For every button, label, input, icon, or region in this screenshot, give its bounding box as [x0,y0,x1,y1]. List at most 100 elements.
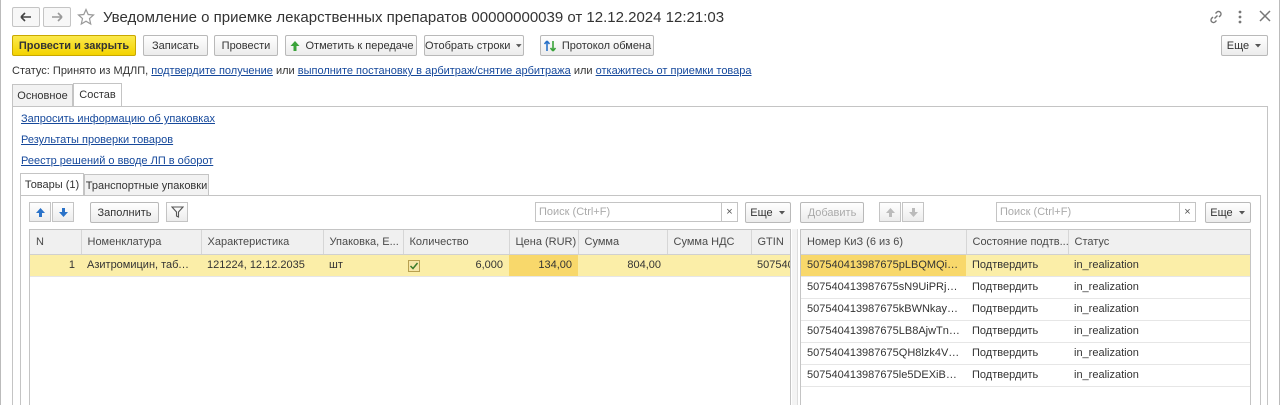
right-more-button[interactable]: Еще [1205,202,1251,223]
cell-gtin[interactable]: 507540 [751,254,790,277]
quantity-value: 6,000 [475,259,503,271]
kiz-table-panel: Номер КиЗ (6 из 6) Состояние подтв... Ст… [800,229,1251,405]
status-line: Статус: Принято из МДЛП, подтвердите пол… [12,65,752,77]
tab-main[interactable]: Основное [12,84,73,106]
cell-confirm-state[interactable]: Подтвердить [966,276,1068,299]
move-up-button[interactable] [29,202,51,222]
cell-kiz-number[interactable]: 507540413987675QH8lzk4VsvYB [801,342,966,365]
cell-confirm-state[interactable]: Подтвердить [966,298,1068,321]
status-or-2: или [573,65,593,77]
cell-confirm-state[interactable]: Подтвердить [966,364,1068,387]
more-button[interactable]: Еще [1221,35,1268,56]
col-kiz-number[interactable]: Номер КиЗ (6 из 6) [801,230,967,255]
col-sum[interactable]: Сумма [578,230,668,255]
tab-composition[interactable]: Состав [73,83,122,106]
tab-goods[interactable]: Товары (1) [20,173,84,196]
right-search-clear-button[interactable]: × [1180,202,1196,222]
exchange-arrows-icon [543,39,556,52]
goods-table: N Номенклатура Характеристика Упаковка, … [30,230,790,277]
table-row[interactable]: 507540413987675kBWNkayQKI... Подтвердить i… [801,298,1250,321]
check-results-link[interactable]: Результаты проверки товаров [21,134,173,146]
right-move-down-button[interactable] [902,202,924,222]
cell-kiz-number[interactable]: 507540413987675le5DEXiB0Q... [801,364,966,387]
cell-n[interactable]: 1 [30,254,81,277]
col-vat[interactable]: Сумма НДС [667,230,752,255]
mark-transfer-label: Отметить к передаче [305,39,414,52]
col-characteristic[interactable]: Характеристика [201,230,324,255]
add-button[interactable]: Добавить [800,202,864,223]
table-row[interactable]: 507540413987675QH8lzk4VsvYB Подтвердить in… [801,342,1250,365]
col-price[interactable]: Цена (RUR) [509,230,579,255]
tab-transport-packages[interactable]: Транспортные упаковки [84,174,209,196]
fill-button[interactable]: Заполнить [90,202,159,223]
table-row[interactable]: 507540413987675pLBQMQiHS... Подтвердить in… [801,254,1250,277]
table-row[interactable]: 1 Азитромицин, табл. п... 121224, 12.12.… [30,254,790,277]
cell-vat[interactable] [667,254,751,277]
left-more-button[interactable]: Еще [745,202,791,223]
arbitration-link[interactable]: выполните постановку в арбитраж/снятие а… [298,65,571,77]
save-button[interactable]: Записать [143,35,208,56]
cell-quantity[interactable]: 6,000 [403,254,509,277]
right-move-up-button[interactable] [879,202,901,222]
close-icon[interactable] [1258,9,1272,26]
col-package[interactable]: Упаковка, Е... [323,230,404,255]
arrow-left-icon [20,12,31,22]
window-title: Уведомление о приемке лекарственных преп… [103,9,725,26]
move-down-button[interactable] [52,202,74,222]
col-nomenclature[interactable]: Номенклатура [81,230,202,255]
col-n[interactable]: N [30,230,82,255]
cell-kiz-number[interactable]: 507540413987675kBWNkayQKI... [801,298,966,321]
cell-characteristic[interactable]: 121224, 12.12.2035 [201,254,323,277]
col-status[interactable]: Статус [1068,230,1250,255]
cell-status[interactable]: in_realization [1068,320,1250,343]
post-and-close-button[interactable]: Провести и закрыть [12,35,136,56]
status-text: Принято из МДЛП, [52,65,149,77]
table-row[interactable]: 507540413987675LB8AjwTnSk1B Подтвердить in… [801,320,1250,343]
arrow-down-icon [908,207,918,217]
cell-price[interactable]: 134,00 [509,254,578,277]
select-rows-button[interactable]: Отобрать строки [424,35,524,56]
dropdown-arrow-icon [1255,43,1262,47]
forward-button[interactable] [43,7,71,27]
goods-table-header: N Номенклатура Характеристика Упаковка, … [30,230,790,255]
cell-confirm-state[interactable]: Подтвердить [966,254,1068,277]
cell-kiz-number[interactable]: 507540413987675pLBQMQiHS... [801,254,966,277]
col-quantity[interactable]: Количество [403,230,510,255]
cell-status[interactable]: in_realization [1068,364,1250,387]
col-gtin[interactable]: GTIN [751,230,790,255]
mark-transfer-button[interactable]: Отметить к передаче [285,35,417,56]
exchange-log-button[interactable]: Протокол обмена [540,35,654,56]
cell-package[interactable]: шт [323,254,403,277]
vertical-scrollbar[interactable] [792,229,798,405]
right-search-input[interactable]: Поиск (Ctrl+F) [996,202,1180,222]
left-search-clear-button[interactable]: × [722,202,738,222]
table-row[interactable]: 507540413987675le5DEXiB0Q... Подтвердить i… [801,364,1250,387]
left-search-input[interactable]: Поиск (Ctrl+F) [535,202,722,222]
decision-registry-link[interactable]: Реестр решений о вводе ЛП в оборот [21,155,213,167]
cell-nomenclature[interactable]: Азитромицин, табл. п... [81,254,201,277]
link-icon[interactable] [1208,9,1224,28]
cell-confirm-state[interactable]: Подтвердить [966,320,1068,343]
table-row[interactable]: 507540413987675sN9UiPRjYSnl Подтвердить in… [801,276,1250,299]
kebab-menu-icon[interactable] [1236,9,1244,28]
col-confirm-state[interactable]: Состояние подтв... [966,230,1069,255]
favorite-star-icon[interactable] [77,8,95,29]
cell-status[interactable]: in_realization [1068,276,1250,299]
cell-confirm-state[interactable]: Подтвердить [966,342,1068,365]
cell-kiz-number[interactable]: 507540413987675sN9UiPRjYSnl [801,276,966,299]
post-button[interactable]: Провести [214,35,278,56]
back-button[interactable] [12,7,40,27]
cell-sum[interactable]: 804,00 [578,254,667,277]
cell-status[interactable]: in_realization [1068,342,1250,365]
filter-button[interactable] [166,202,188,222]
arrow-up-icon [885,207,895,217]
arrow-down-icon [58,207,68,217]
cell-status[interactable]: in_realization [1068,298,1250,321]
cell-status[interactable]: in_realization [1068,254,1250,277]
cell-kiz-number[interactable]: 507540413987675LB8AjwTnSk1B [801,320,966,343]
refuse-acceptance-link[interactable]: откажитесь от приемки товара [596,65,752,77]
confirm-receipt-link[interactable]: подтвердите получение [151,65,273,77]
checkbox-checked-icon [408,259,420,272]
dropdown-arrow-icon [778,210,785,214]
request-package-info-link[interactable]: Запросить информацию об упаковках [21,113,215,125]
